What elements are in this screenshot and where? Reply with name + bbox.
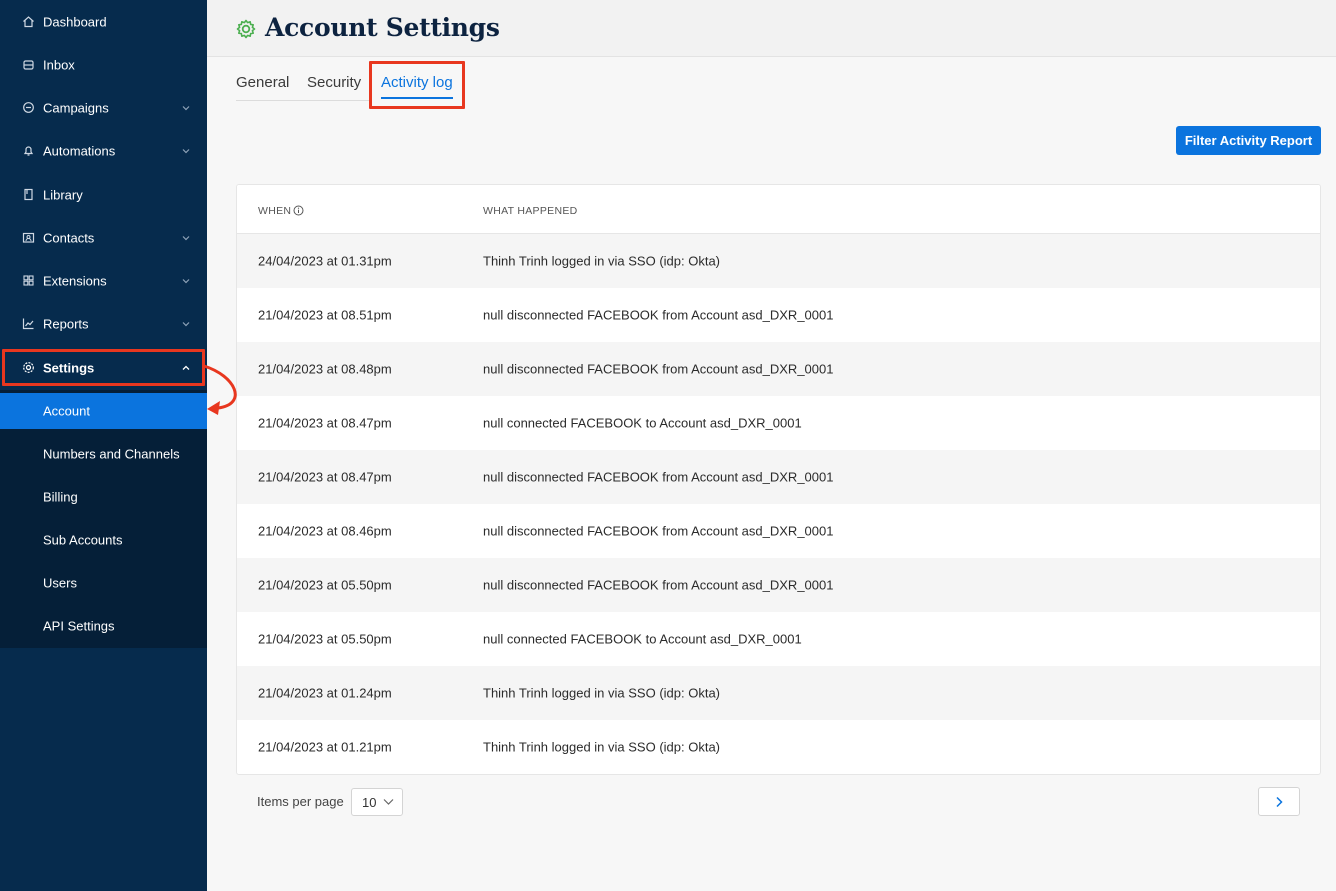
sidebar-item-reports[interactable]: Reports (0, 302, 207, 345)
table-row: 21/04/2023 at 08.47pm null disconnected F… (237, 450, 1320, 504)
sidebar-subitem-label: Account (43, 403, 90, 419)
sidebar-subitem-sub-accounts[interactable]: Sub Accounts (0, 518, 207, 561)
sidebar-item-contacts[interactable]: Contacts (0, 216, 207, 259)
activity-log-table: WHEN WHAT HAPPENED 24/04/2023 at 01.31pm… (236, 184, 1321, 775)
table-row: 24/04/2023 at 01.31pm Thinh Trinh logged … (237, 234, 1320, 288)
campaigns-icon (21, 101, 35, 115)
tab-security[interactable]: Security (307, 74, 361, 91)
items-per-page-value: 10 (362, 795, 377, 810)
cell-when: 21/04/2023 at 08.51pm (258, 307, 392, 323)
inbox-icon (21, 58, 35, 72)
table-header: WHEN WHAT HAPPENED (237, 185, 1320, 234)
table-row: 21/04/2023 at 08.48pm null disconnected F… (237, 342, 1320, 396)
chevron-right-icon (1276, 796, 1283, 807)
chart-icon (21, 317, 35, 331)
info-icon[interactable] (293, 205, 304, 216)
column-header-label: WHEN (258, 205, 292, 217)
sidebar-item-campaigns[interactable]: Campaigns (0, 86, 207, 129)
chevron-down-icon (182, 148, 190, 153)
sidebar-subitem-label: API Settings (43, 618, 115, 633)
table-row: 21/04/2023 at 05.50pm null disconnected F… (237, 558, 1320, 612)
chevron-down-icon (182, 105, 190, 110)
annotation-arrow (202, 364, 237, 415)
chevron-down-icon (182, 278, 190, 283)
cell-what-happened: null connected FACEBOOK to Account asd_D… (483, 415, 802, 431)
table-row: 21/04/2023 at 08.46pm null disconnected F… (237, 504, 1320, 558)
sidebar-item-library[interactable]: Library (0, 173, 207, 216)
table-row: 21/04/2023 at 05.50pm null connected FACE… (237, 612, 1320, 666)
sidebar-subitem-label: Numbers and Channels (43, 446, 180, 461)
highlight-activity-log-tab (369, 61, 465, 109)
book-icon (21, 188, 35, 202)
sidebar-subitem-label: Users (43, 575, 77, 590)
next-page-button[interactable] (1258, 787, 1300, 816)
sidebar: Dashboard Inbox Campaigns Automations Li… (0, 0, 207, 891)
cell-what-happened: Thinh Trinh logged in via SSO (idp: Okta… (483, 739, 721, 755)
chevron-down-icon (383, 799, 394, 805)
sidebar-item-label: Extensions (43, 273, 107, 288)
sidebar-item-extensions[interactable]: Extensions (0, 259, 207, 302)
page-header: Account Settings (207, 0, 1336, 57)
items-per-page-label: Items per page (257, 794, 344, 809)
cell-when: 21/04/2023 at 01.24pm (258, 685, 392, 701)
items-per-page-select[interactable]: 10 (351, 788, 403, 816)
sidebar-item-label: Inbox (43, 57, 75, 72)
cell-what-happened: null disconnected FACEBOOK from Account … (483, 469, 834, 485)
sidebar-item-inbox[interactable]: Inbox (0, 43, 207, 86)
sidebar-subitem-label: Sub Accounts (43, 532, 123, 547)
cell-when: 24/04/2023 at 01.31pm (258, 253, 392, 269)
tab-general[interactable]: General (236, 74, 289, 91)
grid-icon (21, 274, 35, 288)
cell-what-happened: Thinh Trinh logged in via SSO (idp: Okta… (483, 685, 721, 701)
sidebar-subitem-users[interactable]: Users (0, 561, 207, 604)
cell-when: 21/04/2023 at 08.48pm (258, 361, 392, 377)
sidebar-subitem-numbers-and-channels[interactable]: Numbers and Channels (0, 432, 207, 475)
table-row: 21/04/2023 at 08.47pm null connected FACE… (237, 396, 1320, 450)
sidebar-subitem-billing[interactable]: Billing (0, 475, 207, 518)
table-row: 21/04/2023 at 08.51pm null disconnected F… (237, 288, 1320, 342)
column-header-what-happened: WHAT HAPPENED (483, 205, 578, 217)
sidebar-item-label: Dashboard (43, 14, 107, 29)
home-icon (21, 15, 35, 29)
sidebar-subitem-account[interactable]: Account (0, 393, 207, 429)
tabs-divider (236, 100, 371, 101)
column-header-when: WHEN (258, 205, 304, 217)
cell-when: 21/04/2023 at 08.47pm (258, 415, 392, 431)
cell-when: 21/04/2023 at 08.46pm (258, 523, 392, 539)
cell-what-happened: Thinh Trinh logged in via SSO (idp: Okta… (483, 253, 721, 269)
gear-icon (236, 19, 256, 39)
contacts-icon (21, 231, 35, 245)
cell-what-happened: null connected FACEBOOK to Account asd_D… (483, 631, 802, 647)
page-title: Account Settings (265, 13, 500, 42)
cell-when: 21/04/2023 at 08.47pm (258, 469, 392, 485)
sidebar-item-label: Automations (43, 143, 116, 158)
cell-what-happened: null disconnected FACEBOOK from Account … (483, 361, 834, 377)
cell-when: 21/04/2023 at 05.50pm (258, 631, 392, 647)
sidebar-subitem-label: Billing (43, 489, 78, 504)
cell-when: 21/04/2023 at 05.50pm (258, 577, 392, 593)
sidebar-item-label: Contacts (43, 230, 95, 245)
bell-icon (21, 144, 35, 158)
table-row: 21/04/2023 at 01.24pm Thinh Trinh logged … (237, 666, 1320, 720)
sidebar-item-automations[interactable]: Automations (0, 129, 207, 172)
sidebar-item-label: Library (43, 187, 83, 202)
highlight-settings-item (2, 349, 205, 386)
chevron-down-icon (182, 321, 190, 326)
cell-what-happened: null disconnected FACEBOOK from Account … (483, 577, 834, 593)
cell-what-happened: null disconnected FACEBOOK from Account … (483, 523, 834, 539)
sidebar-item-label: Reports (43, 316, 89, 331)
settings-submenu: Account Numbers and Channels Billing Sub… (0, 390, 207, 648)
sidebar-item-dashboard[interactable]: Dashboard (0, 0, 207, 43)
sidebar-item-label: Campaigns (43, 100, 109, 115)
sidebar-subitem-api-settings[interactable]: API Settings (0, 604, 207, 647)
filter-activity-report-button[interactable]: Filter Activity Report (1176, 126, 1321, 155)
cell-what-happened: null disconnected FACEBOOK from Account … (483, 307, 834, 323)
chevron-down-icon (182, 235, 190, 240)
table-row: 21/04/2023 at 01.21pm Thinh Trinh logged … (237, 720, 1320, 774)
cell-when: 21/04/2023 at 01.21pm (258, 739, 392, 755)
